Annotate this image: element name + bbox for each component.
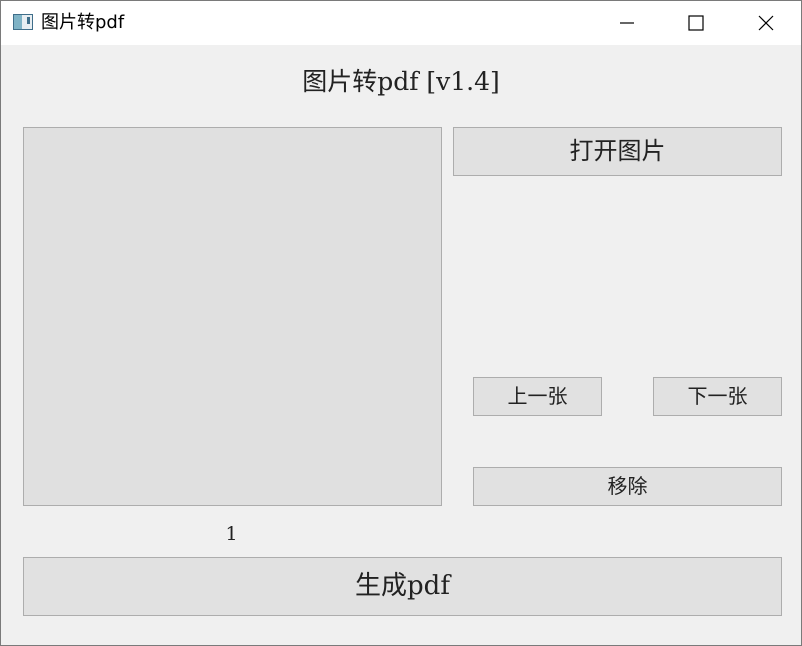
next-image-button[interactable]: 下一张 — [653, 377, 782, 416]
close-icon — [758, 15, 774, 31]
maximize-icon — [688, 15, 704, 31]
image-preview — [23, 127, 442, 506]
generate-pdf-button[interactable]: 生成pdf — [23, 557, 782, 616]
maximize-button[interactable] — [662, 1, 730, 45]
previous-image-button[interactable]: 上一张 — [473, 377, 602, 416]
minimize-button[interactable] — [593, 1, 661, 45]
remove-image-button[interactable]: 移除 — [473, 467, 782, 506]
close-button[interactable] — [732, 1, 800, 45]
app-window: 图片转pdf 图片转pdf [v1.4] 打开图片 上一张 下一张 移除 1 生… — [0, 0, 802, 646]
image-window-icon — [13, 14, 33, 30]
title-bar[interactable]: 图片转pdf — [1, 1, 801, 45]
minimize-icon — [620, 22, 634, 24]
open-image-button[interactable]: 打开图片 — [453, 127, 782, 176]
page-number: 1 — [225, 523, 238, 545]
app-heading: 图片转pdf [v1.4] — [302, 67, 500, 96]
window-title: 图片转pdf — [41, 12, 125, 33]
